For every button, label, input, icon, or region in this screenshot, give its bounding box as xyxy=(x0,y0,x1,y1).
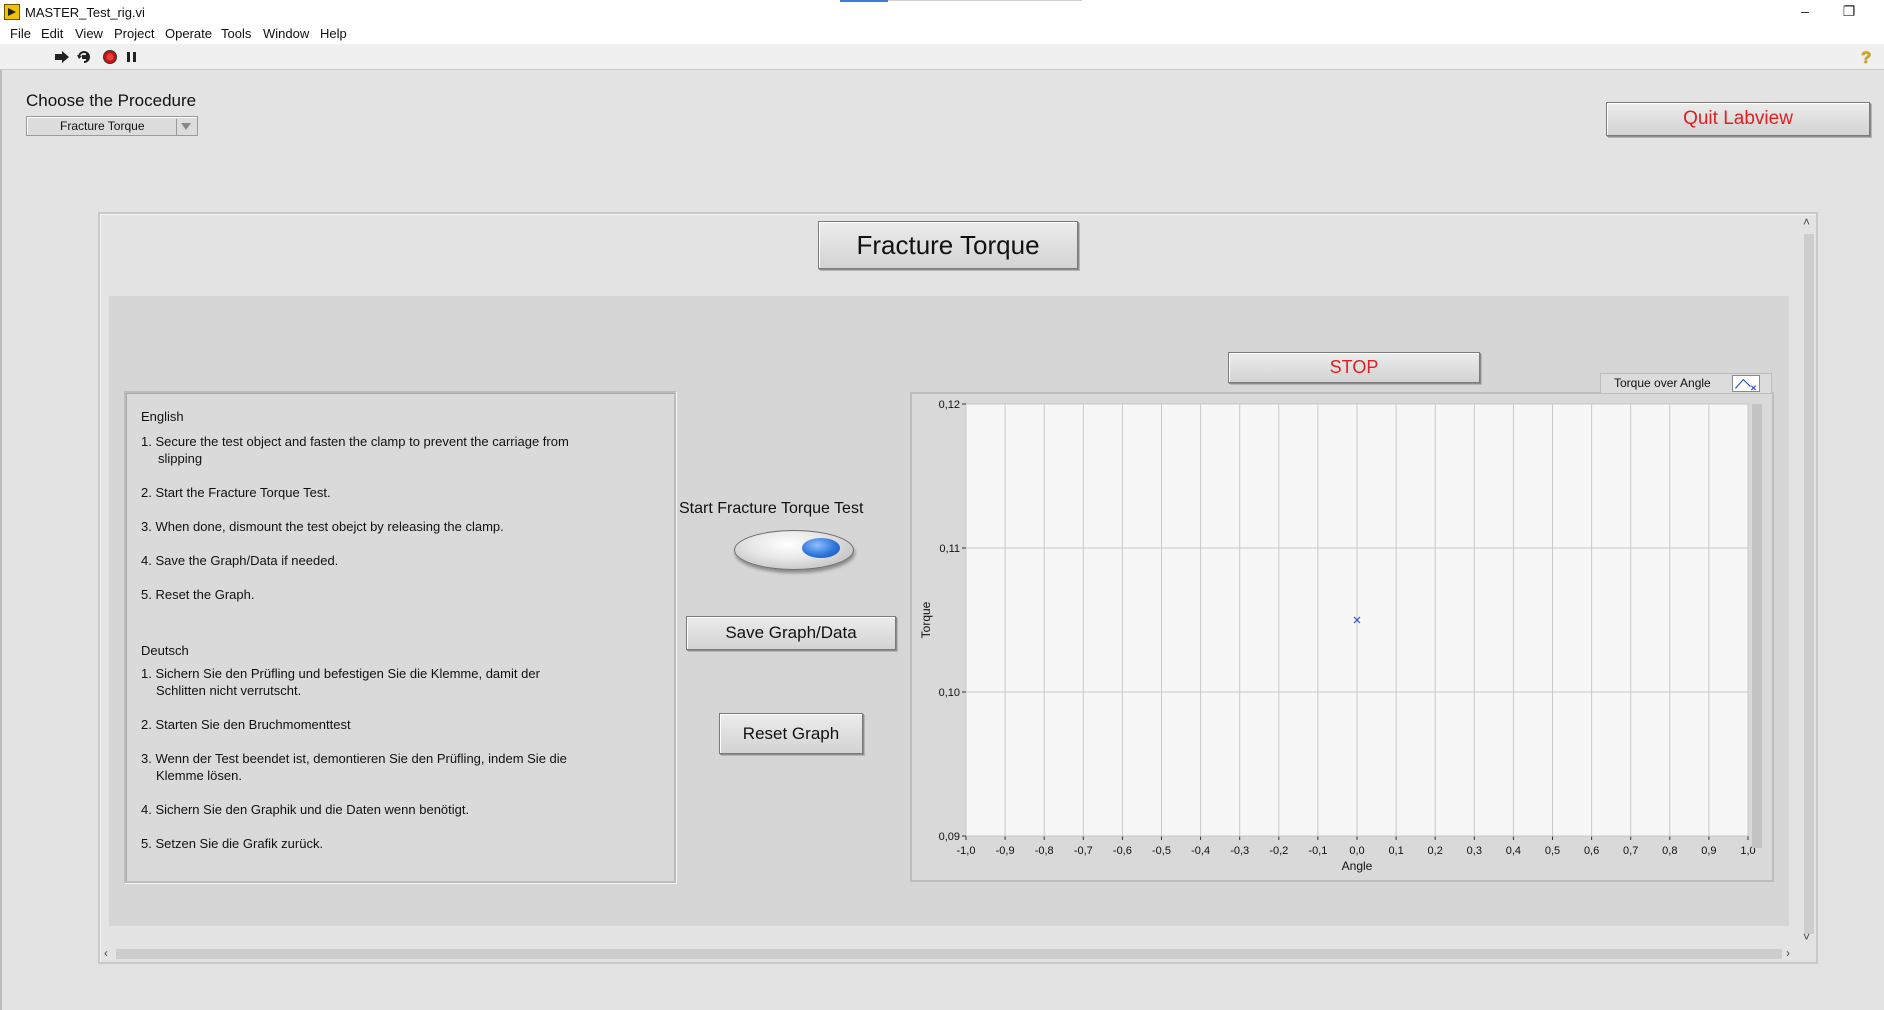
instruction-de-5: 5. Setzen Sie die Grafik zurück. xyxy=(141,836,324,851)
instruction-de-2: 2. Starten Sie den Bruchmomenttest xyxy=(141,717,351,732)
x-tick-label: -0,9 xyxy=(996,845,1015,857)
start-test-toggle-indicator xyxy=(802,538,840,558)
panel-left-edge xyxy=(0,70,2,1010)
x-axis-label: Angle xyxy=(1342,859,1373,873)
abort-icon[interactable] xyxy=(102,50,118,64)
menu-window[interactable]: Window xyxy=(263,26,309,41)
instructions-deutsch-heading: Deutsch xyxy=(141,643,189,658)
x-tick-label: -0,4 xyxy=(1191,845,1210,857)
x-tick-label: -0,5 xyxy=(1152,845,1171,857)
window-titlebar xyxy=(0,0,1884,24)
instruction-en-2: 2. Start the Fracture Torque Test. xyxy=(141,485,331,500)
menu-help[interactable]: Help xyxy=(320,26,347,41)
legend-plot-style-icon[interactable] xyxy=(1732,375,1760,392)
y-tick-label: 0,10 xyxy=(939,687,960,699)
menu-file[interactable]: File xyxy=(10,26,31,41)
window-title: MASTER_Test_rig.vi xyxy=(25,5,145,20)
x-tick-label: 0,4 xyxy=(1506,845,1521,857)
x-tick-label: -0,2 xyxy=(1269,845,1288,857)
x-tick-label: 0,2 xyxy=(1428,845,1443,857)
instruction-en-1-cont: slipping xyxy=(158,451,203,466)
menu-operate[interactable]: Operate xyxy=(165,26,212,41)
instruction-en-1: 1. Secure the test object and fasten the… xyxy=(141,434,569,449)
x-tick-label: -1,0 xyxy=(957,845,976,857)
titlebar-accent xyxy=(840,0,888,2)
instruction-de-4: 4. Sichern Sie den Graphik und die Daten… xyxy=(141,802,470,817)
minimize-button[interactable]: – xyxy=(1782,0,1828,24)
legend-series-name: Torque over Angle xyxy=(1614,376,1711,390)
x-tick-label: 0,3 xyxy=(1467,845,1482,857)
quit-labview-button[interactable]: Quit Labview xyxy=(1606,102,1870,136)
x-tick-label: 0,6 xyxy=(1584,845,1599,857)
y-tick-label: 0,12 xyxy=(939,399,960,411)
stop-button[interactable]: STOP xyxy=(1228,352,1480,383)
save-graph-data-button[interactable]: Save Graph/Data xyxy=(686,616,896,650)
reset-graph-button[interactable]: Reset Graph xyxy=(719,713,863,754)
procedure-selected-value: Fracture Torque xyxy=(60,119,145,133)
menu-project[interactable]: Project xyxy=(114,26,154,41)
instruction-de-3: 3. Wenn der Test beendet ist, demontiere… xyxy=(141,751,567,766)
help-icon[interactable]: ? xyxy=(1861,48,1871,68)
x-tick-label: 0,1 xyxy=(1388,845,1403,857)
run-arrow-icon[interactable] xyxy=(54,50,70,64)
instruction-de-1: 1. Sichern Sie den Prüfling und befestig… xyxy=(141,666,540,681)
menu-tools[interactable]: Tools xyxy=(221,26,251,41)
scroll-up-arrow-icon[interactable]: ˄ xyxy=(1803,215,1810,229)
start-test-label: Start Fracture Torque Test xyxy=(679,500,864,517)
titlebar-divider xyxy=(888,0,1082,1)
torque-over-angle-chart[interactable]: -1,0 -0,9 -0,8 -0,7 -0,6 -0,5 -0,4 -0,3 -0,2 -0,1… xyxy=(910,392,1774,882)
x-tick-label: 0,9 xyxy=(1701,845,1716,857)
scroll-down-arrow-icon[interactable]: ˅ xyxy=(1803,930,1810,944)
x-tick-label: 0,8 xyxy=(1662,845,1677,857)
x-tick-label: 0,5 xyxy=(1545,845,1560,857)
scroll-left-arrow-icon[interactable]: ‹ xyxy=(104,946,108,960)
x-tick-label: 0,7 xyxy=(1623,845,1638,857)
x-tick-label: -0,1 xyxy=(1308,845,1327,857)
dropdown-arrow-icon[interactable] xyxy=(176,119,195,135)
instructions-english-heading: English xyxy=(141,409,184,424)
run-continuously-icon[interactable] xyxy=(76,50,92,64)
instruction-de-3-cont: Klemme lösen. xyxy=(156,768,242,783)
x-tick-label: -0,7 xyxy=(1074,845,1093,857)
menu-edit[interactable]: Edit xyxy=(41,26,63,41)
toolbar xyxy=(0,44,1884,70)
scroll-right-arrow-icon[interactable]: › xyxy=(1786,946,1790,960)
tab-title-fracture-torque: Fracture Torque xyxy=(818,221,1078,269)
x-tick-label: -0,8 xyxy=(1035,845,1054,857)
instruction-en-5: 5. Reset the Graph. xyxy=(141,587,255,602)
horizontal-scrollbar-track[interactable] xyxy=(116,949,1782,959)
vertical-scrollbar-track[interactable] xyxy=(1804,234,1814,934)
x-tick-label: -0,3 xyxy=(1230,845,1249,857)
instruction-en-4: 4. Save the Graph/Data if needed. xyxy=(141,553,339,568)
menu-view[interactable]: View xyxy=(75,26,103,41)
instruction-en-3: 3. When done, dismount the test obejct b… xyxy=(141,519,504,534)
y-axis-label: Torque xyxy=(919,601,933,638)
restore-button[interactable]: ❐ xyxy=(1826,0,1872,24)
x-tick-label: 0,0 xyxy=(1349,845,1364,857)
y-tick-label: 0,09 xyxy=(939,831,960,843)
pause-icon[interactable] xyxy=(124,50,140,64)
procedure-label: Choose the Procedure xyxy=(26,91,197,110)
x-tick-label: -0,6 xyxy=(1113,845,1132,857)
plot-right-edge xyxy=(1752,404,1762,848)
instruction-de-1-cont: Schlitten nicht verrutscht. xyxy=(156,683,302,698)
labview-vi-icon xyxy=(4,4,20,20)
y-tick-label: 0,11 xyxy=(939,543,960,555)
